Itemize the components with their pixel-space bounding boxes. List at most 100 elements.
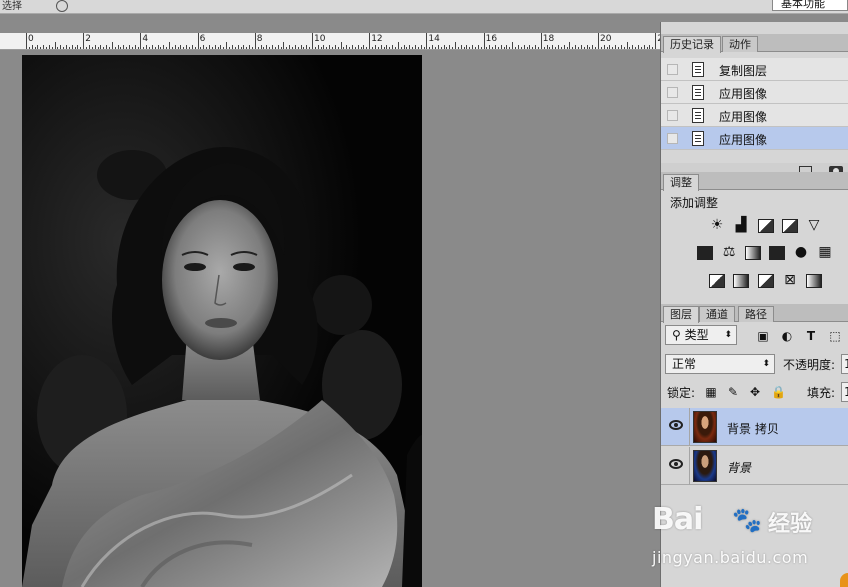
- layers-panel: 图层 通道 路径 ⚲ 类型 ⬍ ▣ ◐ T ⬚ 正常 ⬍ 不透明度: 1 锁定:…: [661, 304, 848, 587]
- ruler-tick: [240, 47, 242, 49]
- ruler-tick: [615, 45, 617, 49]
- tab-history[interactable]: 历史记录: [663, 36, 721, 53]
- fill-input[interactable]: 1: [841, 382, 848, 402]
- ruler-tick: [423, 47, 425, 49]
- ruler-tick: [414, 45, 416, 49]
- lock-brush-icon[interactable]: ✎: [727, 386, 739, 398]
- options-bar: 选择 基本功能: [0, 0, 848, 14]
- ruler-tick: [317, 45, 319, 49]
- ruler-tick: [103, 47, 105, 49]
- layer-filter-select[interactable]: ⚲ 类型 ⬍: [665, 325, 737, 345]
- photo-filter-icon[interactable]: [769, 246, 785, 260]
- filter-adjustment-icon[interactable]: ◐: [781, 330, 793, 342]
- lock-transparent-icon[interactable]: ▦: [705, 386, 717, 398]
- vibrance-icon[interactable]: ▽: [806, 218, 822, 232]
- history-checkbox[interactable]: [667, 110, 678, 121]
- ruler-tick: [166, 47, 168, 49]
- ruler-tick: [206, 47, 208, 49]
- ruler-tick: [503, 47, 505, 49]
- ruler-tick: [97, 47, 99, 49]
- ruler-tick: [532, 47, 534, 49]
- ruler-tick: [463, 47, 465, 49]
- filter-pixel-icon[interactable]: ▣: [757, 330, 769, 342]
- workspace-select[interactable]: 基本功能: [772, 0, 848, 11]
- tab-adjustments[interactable]: 调整: [663, 174, 699, 191]
- ruler-tick: [598, 33, 599, 49]
- ruler-tick: [575, 45, 577, 49]
- ruler-tick: [117, 45, 119, 49]
- ruler-tick: [543, 47, 545, 49]
- color-lookup-icon[interactable]: ▦: [817, 245, 833, 259]
- channel-mixer-icon[interactable]: ●: [793, 245, 809, 259]
- layer-row-background[interactable]: 背景: [661, 447, 848, 485]
- threshold-icon[interactable]: [758, 274, 774, 288]
- history-item[interactable]: 应用图像: [661, 81, 848, 104]
- ruler-tick: [606, 47, 608, 49]
- ruler-tick: [577, 47, 579, 49]
- brightness-icon[interactable]: ☀: [709, 218, 725, 232]
- ruler-tick: [452, 47, 454, 49]
- tab-paths[interactable]: 路径: [738, 306, 774, 322]
- ruler-tick: [515, 47, 517, 49]
- color-balance-icon[interactable]: ⚖: [721, 245, 737, 259]
- ruler-label: 20: [600, 34, 612, 44]
- ruler-tick: [51, 47, 53, 49]
- black-white-icon[interactable]: [745, 246, 761, 260]
- adjustments-panel: 调整 添加调整 ☀ ▟ ▽ ⚖ ● ▦ ⊠: [661, 172, 848, 302]
- ruler-tick: [366, 47, 368, 49]
- lock-move-icon[interactable]: ✥: [749, 386, 761, 398]
- gradient-map-icon[interactable]: [806, 274, 822, 288]
- ruler-tick: [566, 47, 568, 49]
- ruler-tick: [549, 47, 551, 49]
- hue-saturation-icon[interactable]: [697, 246, 713, 260]
- eye-icon[interactable]: [669, 459, 683, 469]
- eye-icon[interactable]: [669, 420, 683, 430]
- ruler-tick: [177, 47, 179, 49]
- ruler-tick: [460, 45, 462, 49]
- ruler-tick: [455, 42, 456, 49]
- ruler-tick: [26, 33, 27, 49]
- chevron-updown-icon: ⬍: [762, 359, 770, 369]
- history-checkbox[interactable]: [667, 87, 678, 98]
- history-item-selected[interactable]: 应用图像: [661, 127, 848, 150]
- ruler-tick: [540, 33, 542, 49]
- history-item[interactable]: 复制图层: [661, 58, 848, 81]
- levels-icon[interactable]: ▟: [733, 218, 749, 232]
- history-checkbox[interactable]: [667, 133, 678, 144]
- lock-all-icon[interactable]: 🔒: [771, 386, 786, 398]
- reset-icon[interactable]: [56, 0, 68, 12]
- ruler-tick: [443, 45, 445, 49]
- ruler-tick: [114, 47, 116, 49]
- opacity-input[interactable]: 1: [841, 354, 848, 374]
- ruler-tick: [489, 45, 491, 49]
- layer-row-background-copy[interactable]: 背景 拷贝: [661, 408, 848, 446]
- ruler-tick: [517, 45, 519, 49]
- filter-shape-icon[interactable]: ⬚: [829, 330, 841, 342]
- blend-mode-select[interactable]: 正常 ⬍: [665, 354, 775, 374]
- ruler-tick: [497, 47, 499, 49]
- ruler-tick: [197, 33, 199, 49]
- tab-actions[interactable]: 动作: [722, 36, 758, 52]
- posterize-icon[interactable]: [733, 274, 749, 288]
- ruler-tick: [320, 47, 322, 49]
- filter-type-icon[interactable]: T: [805, 330, 817, 342]
- document-canvas[interactable]: [22, 55, 422, 587]
- ruler-tick: [586, 45, 588, 49]
- ruler-tick: [277, 45, 279, 49]
- tab-layers[interactable]: 图层: [663, 306, 699, 323]
- ruler-tick: [249, 45, 251, 49]
- history-checkbox[interactable]: [667, 64, 678, 75]
- ruler-tick: [560, 47, 562, 49]
- tab-channels[interactable]: 通道: [699, 306, 735, 322]
- selective-color-icon[interactable]: ⊠: [782, 273, 798, 287]
- curves-icon[interactable]: [758, 219, 774, 233]
- ruler-tick: [649, 45, 651, 49]
- ruler-tick: [186, 45, 188, 49]
- exposure-icon[interactable]: [782, 219, 798, 233]
- ruler-tick: [111, 42, 113, 49]
- history-item[interactable]: 应用图像: [661, 104, 848, 127]
- ruler-tick: [326, 47, 328, 49]
- invert-icon[interactable]: [709, 274, 725, 288]
- ruler-tick: [40, 47, 42, 49]
- layer-name: 背景 拷贝: [727, 422, 779, 436]
